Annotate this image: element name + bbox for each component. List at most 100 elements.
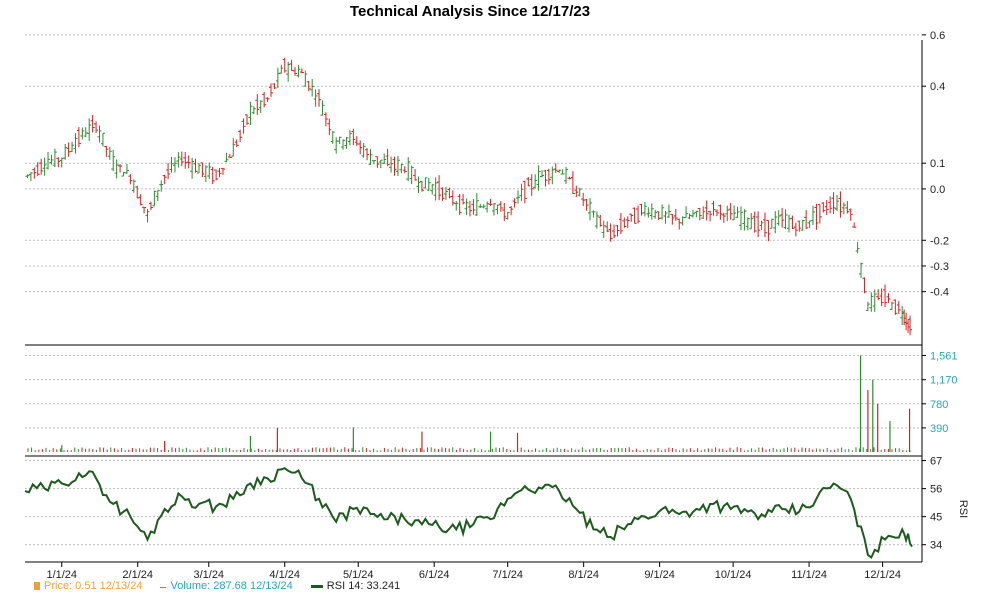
price-bar bbox=[131, 179, 136, 193]
price-bar bbox=[327, 118, 332, 136]
rsi-tick-label: 67 bbox=[930, 456, 942, 468]
price-bar bbox=[906, 319, 911, 333]
price-bar bbox=[419, 180, 424, 192]
price-bar bbox=[588, 198, 593, 221]
price-bar bbox=[756, 211, 761, 238]
price-bar bbox=[783, 209, 788, 230]
price-bar bbox=[63, 144, 68, 160]
price-bar bbox=[162, 174, 167, 185]
price-bar bbox=[395, 155, 400, 176]
price-bar bbox=[142, 206, 147, 214]
price-bar bbox=[797, 220, 802, 232]
price-bar bbox=[817, 204, 822, 224]
price-bar bbox=[485, 201, 490, 213]
x-tick-label: 10/1/24 bbox=[715, 569, 752, 581]
price-bar bbox=[169, 156, 174, 173]
price-bar bbox=[35, 162, 40, 176]
volume-tick-label: 780 bbox=[930, 399, 948, 411]
x-tick-label: 12/1/24 bbox=[864, 569, 901, 581]
price-bar bbox=[303, 70, 308, 87]
price-tick-label: -0.2 bbox=[930, 235, 949, 247]
price-bar bbox=[646, 207, 651, 218]
price-bar bbox=[622, 217, 627, 228]
price-bar bbox=[474, 193, 479, 216]
price-bar bbox=[701, 206, 706, 220]
price-bar bbox=[663, 210, 668, 224]
technical-analysis-chart: Technical Analysis Since 12/17/23 0.6 0.4… bbox=[24, 3, 969, 581]
price-bar bbox=[515, 190, 520, 204]
price-bar bbox=[128, 174, 133, 185]
price-bar bbox=[28, 172, 33, 182]
price-bar bbox=[872, 289, 877, 312]
price-bar bbox=[814, 203, 819, 230]
price-tick-label: 0.4 bbox=[930, 81, 945, 93]
legend: Price: 0.51 12/13/24 Volume: 287.68 12/1… bbox=[34, 580, 400, 592]
price-bar bbox=[625, 216, 630, 228]
volume-tick-label: 1,561 bbox=[930, 351, 958, 363]
price-bar bbox=[793, 222, 798, 237]
price-bar bbox=[347, 130, 352, 146]
price-bar bbox=[94, 121, 99, 133]
price-bar bbox=[601, 220, 606, 238]
price-bar bbox=[769, 218, 774, 229]
legend-rsi-label: RSI 14: 33.241 bbox=[326, 580, 401, 592]
price-bar bbox=[227, 153, 232, 158]
price-bar bbox=[461, 193, 466, 205]
price-bar bbox=[56, 157, 61, 168]
price-tick-label: 0.6 bbox=[930, 30, 945, 42]
price-bar bbox=[52, 148, 57, 168]
price-bar bbox=[217, 168, 222, 178]
price-tick-label: 0.0 bbox=[930, 184, 945, 196]
price-bar bbox=[673, 208, 678, 221]
price-bar bbox=[629, 213, 634, 222]
price-bar bbox=[313, 89, 318, 107]
price-bar bbox=[896, 301, 901, 314]
price-bar bbox=[498, 201, 503, 212]
price-bar bbox=[443, 186, 448, 200]
price-bar bbox=[330, 131, 335, 144]
price-bar bbox=[413, 169, 418, 181]
price-bar bbox=[231, 138, 236, 157]
price-bar bbox=[536, 165, 541, 191]
price-bar bbox=[334, 137, 339, 154]
price-bar bbox=[865, 301, 870, 311]
price-bar bbox=[728, 202, 733, 220]
price-bar bbox=[879, 288, 884, 307]
price-bar bbox=[835, 195, 840, 212]
price-bar bbox=[526, 176, 531, 187]
price-bar bbox=[900, 305, 905, 326]
price-bar bbox=[320, 100, 325, 116]
price-bar bbox=[224, 152, 229, 163]
price-tick-label: 0.1 bbox=[930, 158, 945, 170]
price-bar bbox=[876, 289, 881, 301]
price-bar bbox=[776, 210, 781, 226]
price-bar bbox=[560, 169, 565, 175]
price-bar bbox=[848, 208, 853, 221]
price-bar bbox=[464, 198, 469, 216]
price-bar bbox=[121, 172, 126, 177]
price-bar bbox=[406, 157, 411, 182]
price-bar bbox=[581, 192, 586, 207]
price-bar bbox=[190, 157, 195, 179]
volume-swatch bbox=[160, 586, 167, 588]
price-bar bbox=[399, 163, 404, 174]
price-bar bbox=[886, 293, 891, 303]
price-bar bbox=[368, 149, 373, 165]
price-bar bbox=[111, 149, 116, 172]
price-bar bbox=[605, 221, 610, 233]
price-bar bbox=[196, 162, 201, 174]
price-bar bbox=[711, 200, 716, 216]
price-bar bbox=[618, 213, 623, 235]
price-bar bbox=[296, 64, 301, 78]
price-bar bbox=[831, 192, 836, 214]
price-bar bbox=[786, 214, 791, 233]
price-bar bbox=[660, 204, 665, 220]
price-bar bbox=[745, 217, 750, 231]
price-bar bbox=[203, 165, 208, 183]
grid-layer bbox=[25, 34, 922, 546]
price-bar bbox=[248, 101, 253, 125]
price-bar bbox=[824, 199, 829, 215]
price-bar bbox=[32, 167, 37, 179]
x-tick-label: 7/1/24 bbox=[492, 569, 523, 581]
price-bar bbox=[553, 163, 558, 173]
